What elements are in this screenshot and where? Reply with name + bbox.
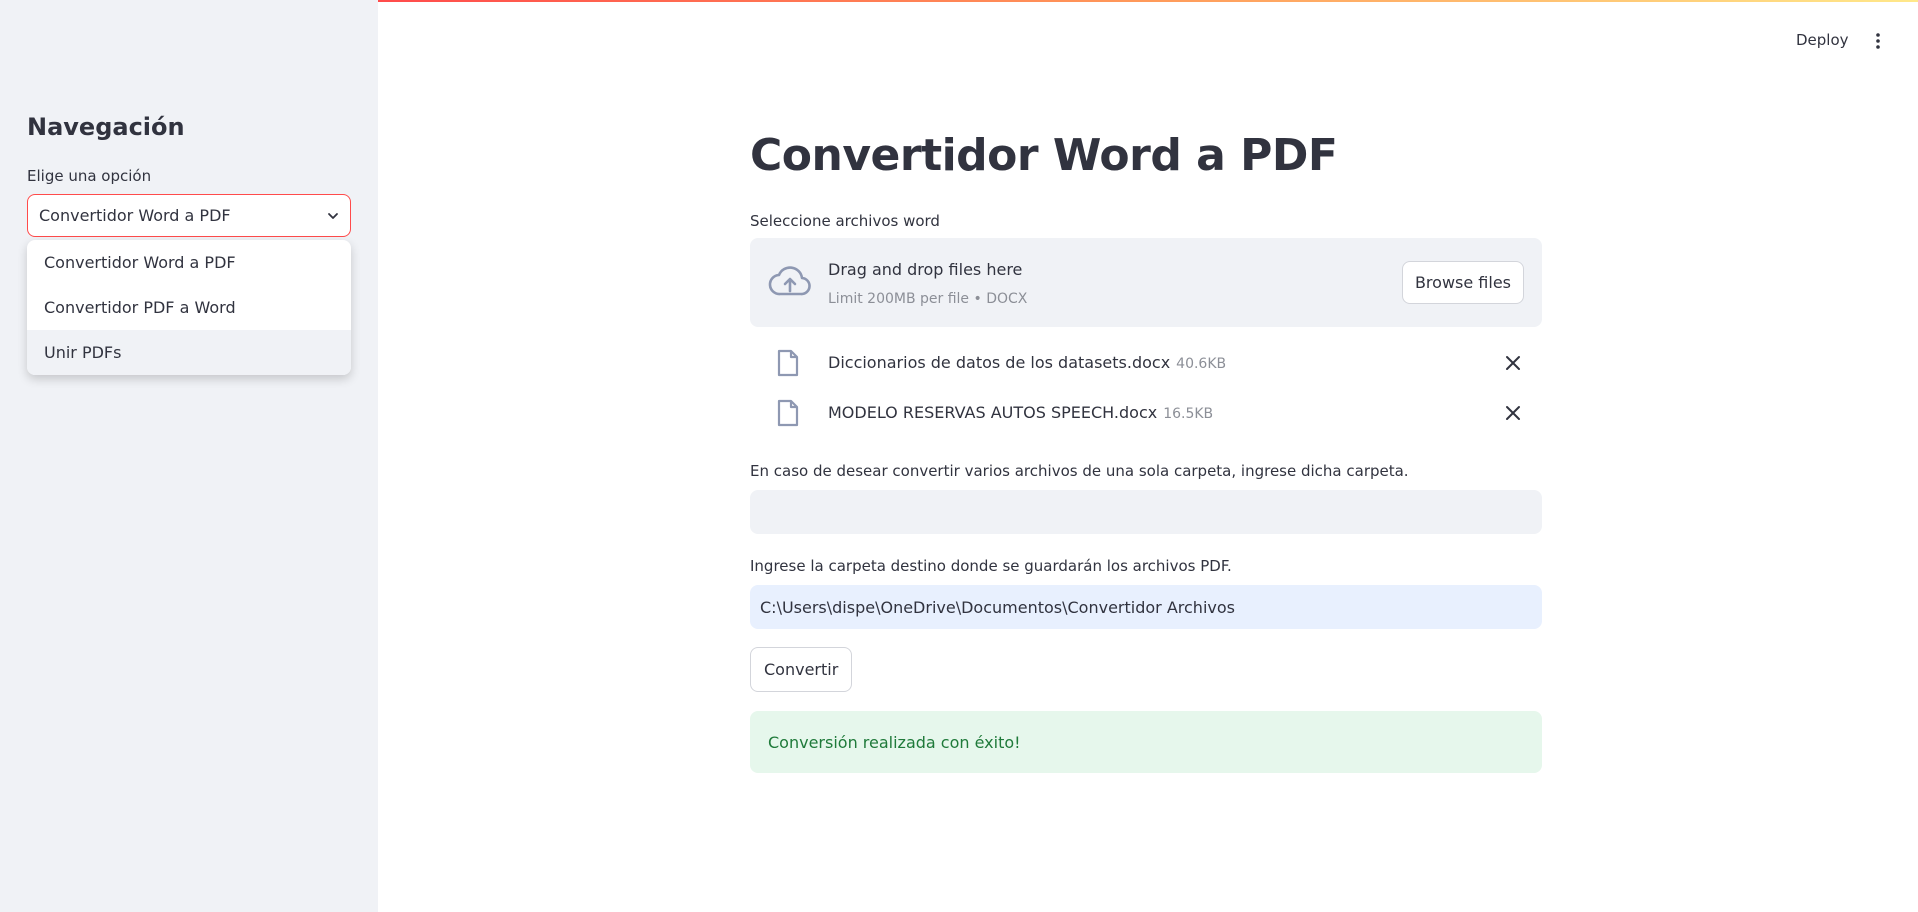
select-dropdown: Convertidor Word a PDF Convertidor PDF a… xyxy=(27,240,351,375)
file-icon xyxy=(776,349,800,377)
option-merge-pdfs[interactable]: Unir PDFs xyxy=(27,330,351,375)
kebab-menu-icon[interactable] xyxy=(1870,32,1886,50)
close-icon[interactable] xyxy=(1505,355,1521,371)
option-word-to-pdf[interactable]: Convertidor Word a PDF xyxy=(27,240,351,285)
convert-button[interactable]: Convertir xyxy=(750,647,853,692)
success-message: Conversión realizada con éxito! xyxy=(768,732,1021,752)
file-size: 16.5KB xyxy=(1163,406,1214,422)
page-title: Convertidor Word a PDF xyxy=(750,130,1338,181)
top-decoration-bar xyxy=(378,0,1918,2)
option-pdf-to-word[interactable]: Convertidor PDF a Word xyxy=(27,285,351,330)
dropzone-text: Drag and drop files here xyxy=(828,260,1023,279)
file-dropzone[interactable]: Drag and drop files here Limit 200MB per… xyxy=(750,238,1542,327)
dropzone-limit: Limit 200MB per file • DOCX xyxy=(828,291,1028,307)
chevron-down-icon xyxy=(327,210,339,222)
sidebar: Navegación Elige una opción Convertidor … xyxy=(0,0,378,912)
navigation-select[interactable]: Convertidor Word a PDF xyxy=(27,194,351,237)
uploaded-file-row: MODELO RESERVAS AUTOS SPEECH.docx 16.5KB xyxy=(750,393,1542,433)
close-icon[interactable] xyxy=(1505,405,1521,421)
uploader-label: Seleccione archivos word xyxy=(750,212,940,230)
file-icon xyxy=(776,399,800,427)
uploaded-file-row: Diccionarios de datos de los datasets.do… xyxy=(750,343,1542,383)
source-folder-input[interactable] xyxy=(750,490,1542,534)
sidebar-title: Navegación xyxy=(27,113,185,141)
file-name: MODELO RESERVAS AUTOS SPEECH.docx 16.5KB xyxy=(828,403,1214,422)
folder-label: En caso de desear convertir varios archi… xyxy=(750,462,1409,480)
success-alert: Conversión realizada con éxito! xyxy=(750,711,1542,773)
file-name: Diccionarios de datos de los datasets.do… xyxy=(828,353,1227,372)
file-size: 40.6KB xyxy=(1176,356,1227,372)
browse-files-button[interactable]: Browse files xyxy=(1401,261,1524,304)
cloud-upload-icon xyxy=(768,264,812,300)
deploy-button[interactable]: Deploy xyxy=(1796,31,1849,49)
destination-folder-input[interactable] xyxy=(750,585,1542,629)
select-value: Convertidor Word a PDF xyxy=(39,206,231,225)
select-label: Elige una opción xyxy=(27,167,152,185)
destination-label: Ingrese la carpeta destino donde se guar… xyxy=(750,557,1232,575)
